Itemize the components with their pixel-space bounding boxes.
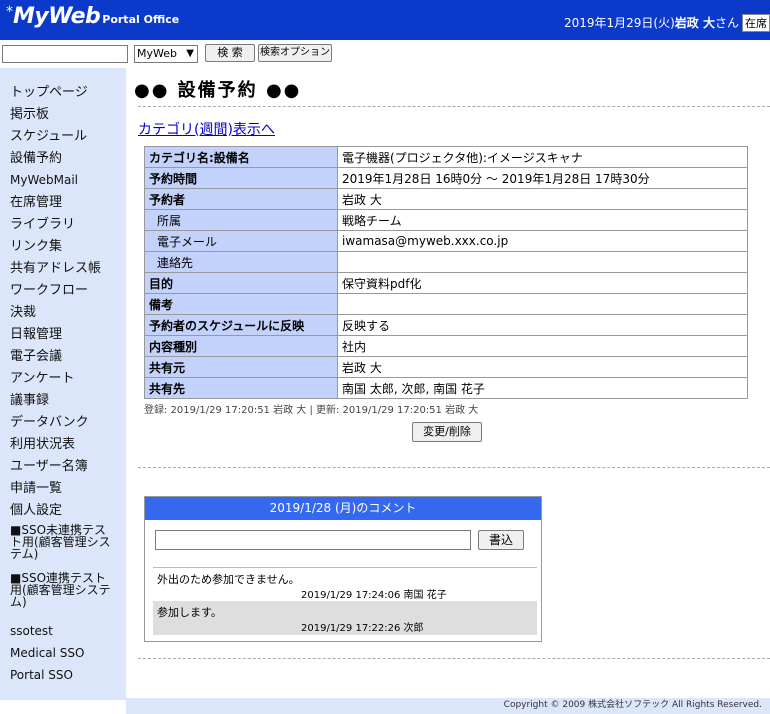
sidebar-item-databank[interactable]: データバンク <box>10 415 122 430</box>
sidebar-item-medical-sso[interactable]: Medical SSO <box>10 646 122 661</box>
row-value: 反映する <box>337 314 748 336</box>
sidebar-item-sso-linked[interactable]: ■SSO連携テスト用(顧客管理システム) <box>10 572 114 608</box>
sidebar-item-address-book[interactable]: 共有アドレス帳 <box>10 261 122 276</box>
row-label: 共有先 <box>144 377 338 399</box>
chevron-down-icon: ▼ <box>186 48 194 59</box>
row-value: 岩政 大 <box>337 188 748 210</box>
logo-subtitle: Portal Office <box>102 13 180 26</box>
table-row: 共有先 南国 太郎, 次郎, 南国 花子 <box>144 377 748 399</box>
app-logo[interactable]: *MyWeb Portal Office <box>6 4 179 29</box>
sidebar-nav: トップページ 掲示板 スケジュール 設備予約 MyWebMail 在席管理 ライ… <box>0 68 126 700</box>
current-date: 2019年1月29日(火) <box>563 16 675 30</box>
row-label: 予約者のスケジュールに反映 <box>144 314 338 336</box>
edit-delete-button[interactable]: 変更/削除 <box>412 422 482 442</box>
category-weekly-link[interactable]: カテゴリ(週間)表示へ <box>138 119 275 139</box>
sidebar-item-usage[interactable]: 利用状況表 <box>10 437 122 452</box>
table-row: 予約時間 2019年1月28日 16時0分 〜 2019年1月28日 17時30分 <box>144 167 748 189</box>
row-value: iwamasa@myweb.xxx.co.jp <box>337 230 748 252</box>
table-row: 予約者のスケジュールに反映 反映する <box>144 314 748 336</box>
presence-status-button[interactable]: 在席 <box>742 14 770 32</box>
search-options-button[interactable]: 検索オプション <box>258 44 332 62</box>
sidebar-item-top[interactable]: トップページ <box>10 85 122 100</box>
sidebar-item-portal-sso[interactable]: Portal SSO <box>10 668 122 683</box>
sidebar-item-schedule[interactable]: スケジュール <box>10 129 122 144</box>
copyright-text: Copyright © 2009 株式会社ソフテック All Rights Re… <box>503 700 762 710</box>
header-user-info: 2019年1月29日(火)岩政 大さん 在席 <box>564 14 770 32</box>
reservation-detail-table: カテゴリ名:設備名 電子機器(プロジェクタ他):イメージスキャナ 予約時間 2019… <box>144 146 748 399</box>
sidebar-item-user-list[interactable]: ユーザー名簿 <box>10 459 122 474</box>
row-value <box>337 293 748 315</box>
sidebar-item-survey[interactable]: アンケート <box>10 371 122 386</box>
table-row: 備考 <box>144 293 748 315</box>
footer: Copyright © 2009 株式会社ソフテック All Rights Re… <box>126 698 770 714</box>
row-label: 所属 <box>144 209 338 231</box>
search-button[interactable]: 検 索 <box>205 44 255 62</box>
divider <box>138 467 770 468</box>
table-row: カテゴリ名:設備名 電子機器(プロジェクタ他):イメージスキャナ <box>144 146 748 168</box>
search-scope-select[interactable]: MyWeb ▼ <box>134 45 198 63</box>
row-value: 保守資料pdf化 <box>337 272 748 294</box>
table-row: 電子メール iwamasa@myweb.xxx.co.jp <box>144 230 748 252</box>
sidebar-item-approval[interactable]: 決裁 <box>10 305 122 320</box>
row-label: 目的 <box>144 272 338 294</box>
logo-text: MyWeb <box>13 4 101 29</box>
table-row: 所属 戦略チーム <box>144 209 748 231</box>
comment-panel: 2019/1/28 (月)のコメント 書込 外出のため参加できません。 2019… <box>144 496 542 642</box>
registration-info: 登録: 2019/1/29 17:20:51 岩政 大 | 更新: 2019/1… <box>144 405 479 416</box>
app-header: *MyWeb Portal Office 2019年1月29日(火)岩政 大さん在… <box>0 0 770 40</box>
row-value: 南国 太郎, 次郎, 南国 花子 <box>337 377 748 399</box>
row-label: カテゴリ名:設備名 <box>144 146 338 168</box>
table-row: 目的 保守資料pdf化 <box>144 272 748 294</box>
comment-text: 参加します。 <box>157 606 222 619</box>
search-scope-value: MyWeb <box>137 47 177 60</box>
sidebar-item-sso-unlinked[interactable]: ■SSO未連携テスト用(顧客管理システム) <box>10 524 112 560</box>
page-title: ●● 設備予約 ●● <box>134 80 302 101</box>
comment-meta: 2019/1/29 17:24:06 南国 花子 <box>301 590 447 601</box>
row-value: 電子機器(プロジェクタ他):イメージスキャナ <box>337 146 748 168</box>
row-value: 岩政 大 <box>337 356 748 378</box>
sidebar-item-e-meeting[interactable]: 電子会議 <box>10 349 122 364</box>
row-label: 共有元 <box>144 356 338 378</box>
row-label: 備考 <box>144 293 338 315</box>
write-comment-button[interactable]: 書込 <box>478 530 524 550</box>
row-value: 社内 <box>337 335 748 357</box>
user-suffix: さん <box>714 16 739 30</box>
sidebar-item-minutes[interactable]: 議事録 <box>10 393 122 408</box>
comment-text: 外出のため参加できません。 <box>157 573 300 586</box>
sidebar-item-links[interactable]: リンク集 <box>10 239 122 254</box>
user-name: 岩政 大 <box>674 16 715 30</box>
row-value: 2019年1月28日 16時0分 〜 2019年1月28日 17時30分 <box>337 167 748 189</box>
sidebar-item-daily-report[interactable]: 日報管理 <box>10 327 122 342</box>
comment-panel-title: 2019/1/28 (月)のコメント <box>145 497 541 520</box>
logo-star: * <box>6 4 13 20</box>
comment-meta: 2019/1/29 17:22:26 次郎 <box>301 623 424 634</box>
sidebar-item-mail[interactable]: MyWebMail <box>10 173 122 188</box>
sidebar-item-ssotest[interactable]: ssotest <box>10 624 122 639</box>
search-bar: MyWeb ▼ 検 索 検索オプション <box>0 40 770 68</box>
table-row: 共有元 岩政 大 <box>144 356 748 378</box>
sidebar-item-facility[interactable]: 設備予約 <box>10 151 122 166</box>
comment-input[interactable] <box>155 530 471 550</box>
table-row: 内容種別 社内 <box>144 335 748 357</box>
row-value: 戦略チーム <box>337 209 748 231</box>
comment-item: 外出のため参加できません。 2019/1/29 17:24:06 南国 花子 <box>153 567 537 602</box>
divider <box>138 106 770 107</box>
row-label: 電子メール <box>144 230 338 252</box>
sidebar-item-settings[interactable]: 個人設定 <box>10 503 122 518</box>
sidebar-item-presence[interactable]: 在席管理 <box>10 195 122 210</box>
row-label: 内容種別 <box>144 335 338 357</box>
sidebar-item-bulletin[interactable]: 掲示板 <box>10 107 122 122</box>
row-value <box>337 251 748 273</box>
search-input[interactable] <box>2 45 128 63</box>
row-label: 予約時間 <box>144 167 338 189</box>
sidebar-item-applications[interactable]: 申請一覧 <box>10 481 122 496</box>
table-row: 連絡先 <box>144 251 748 273</box>
row-label: 連絡先 <box>144 251 338 273</box>
comment-item: 参加します。 2019/1/29 17:22:26 次郎 <box>153 601 537 635</box>
sidebar-item-library[interactable]: ライブラリ <box>10 217 122 232</box>
table-row: 予約者 岩政 大 <box>144 188 748 210</box>
sidebar-item-workflow[interactable]: ワークフロー <box>10 283 122 298</box>
divider <box>138 658 770 659</box>
row-label: 予約者 <box>144 188 338 210</box>
